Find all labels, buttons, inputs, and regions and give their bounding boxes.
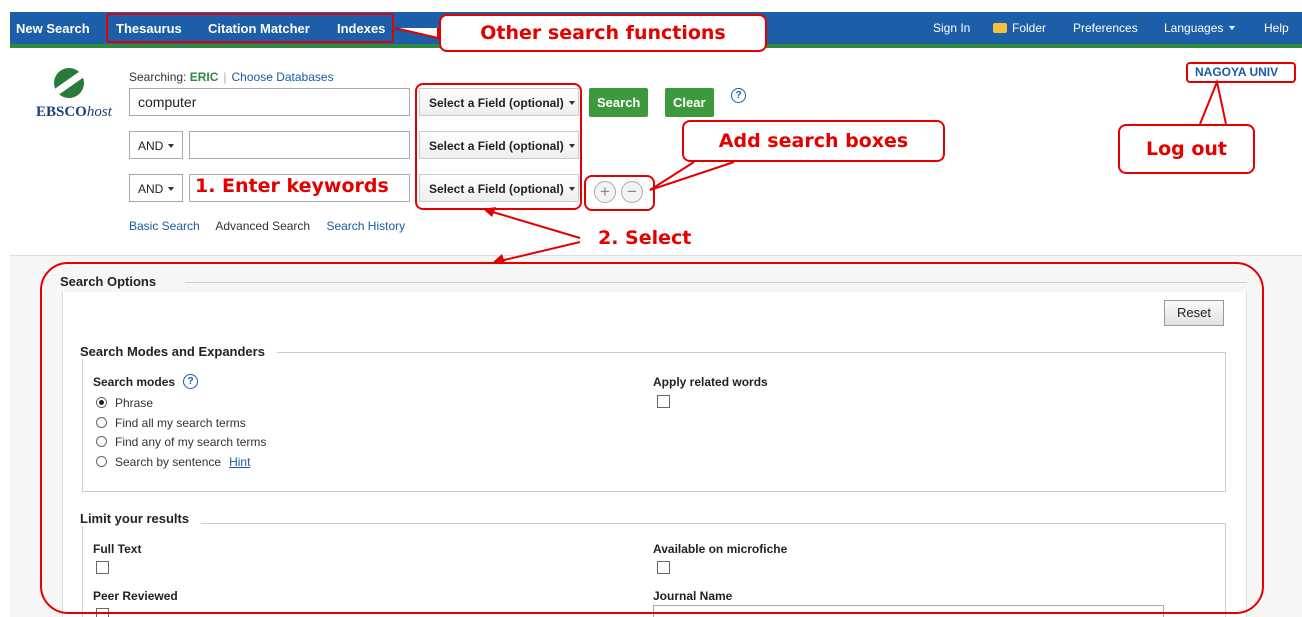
callout-log-out: Log out xyxy=(1118,124,1255,174)
annotation-box-fields xyxy=(415,83,582,210)
callout-other-search-functions: Other search functions xyxy=(439,14,767,52)
annotation-box-options xyxy=(40,262,1264,614)
annotation-box-add-remove xyxy=(584,175,655,211)
annotation-pointer xyxy=(394,27,439,40)
callout-add-search-boxes: Add search boxes xyxy=(682,120,945,162)
annotation-box-institution xyxy=(1186,62,1296,83)
annotation-arrow xyxy=(495,241,581,263)
annotation-pointer xyxy=(1199,78,1227,125)
annotation-enter-keywords: 1. Enter keywords xyxy=(195,175,389,197)
annotation-arrow xyxy=(485,209,581,239)
annotation-select: 2. Select xyxy=(598,227,692,249)
annotation-box-nav xyxy=(106,13,394,43)
annotation-pointer xyxy=(649,161,735,191)
